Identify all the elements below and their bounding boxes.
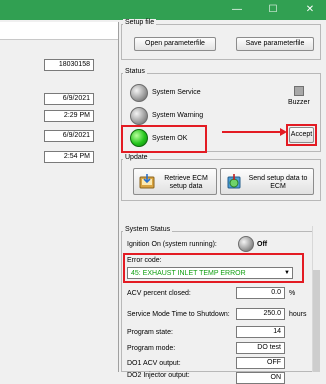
window-titlebar: — ☐ ✕ — [0, 0, 326, 20]
system-ok-highlight — [121, 125, 207, 153]
left-value-date-2: 6/9/2021 — [44, 130, 94, 142]
left-value-serial: 18030158 — [44, 59, 94, 71]
acv-percent-unit: % — [289, 290, 296, 297]
system-status-title: System Status — [123, 226, 173, 233]
do1-acv-value: OFF — [236, 357, 285, 369]
accept-button[interactable]: Accept — [289, 127, 314, 143]
minimize-button[interactable]: — — [225, 0, 249, 20]
service-mode-unit: hours — [289, 311, 307, 318]
program-mode-value: DO test — [236, 342, 285, 354]
service-mode-label: Service Mode Time to Shutdown: — [127, 311, 230, 318]
send-icon — [227, 174, 241, 189]
system-service-label: System Service — [152, 89, 201, 96]
error-code-label: Error code: — [127, 257, 162, 264]
setup-file-title: Setup file — [123, 19, 157, 26]
system-service-led — [130, 84, 148, 102]
arrow-annotation — [222, 128, 287, 136]
error-code-select[interactable]: 45: EXHAUST INLET TEMP ERROR ▼ — [127, 267, 293, 279]
chevron-down-icon[interactable]: ▼ — [283, 269, 291, 277]
do2-injector-label: DO2 Injector output: — [127, 372, 190, 379]
buzzer-indicator — [294, 86, 304, 96]
program-state-label: Program state: — [127, 329, 173, 336]
status-title: Status — [123, 68, 147, 75]
retrieve-ecm-label: Retrieve ECM setup data — [164, 175, 208, 190]
program-state-value: 14 — [236, 326, 285, 338]
acv-percent-value: 0.0 — [236, 287, 285, 299]
open-parameterfile-button[interactable]: Open parameterfile — [134, 37, 216, 51]
pane-divider — [118, 22, 119, 372]
ignition-led — [238, 236, 254, 252]
left-value-time-2: 2:54 PM — [44, 151, 94, 163]
service-mode-value: 250.0 — [236, 308, 285, 320]
ignition-state: Off — [257, 241, 268, 248]
error-code-value: 45: EXHAUST INLET TEMP ERROR — [131, 270, 246, 277]
send-setup-button[interactable]: Send setup data to ECM — [220, 168, 314, 195]
close-button[interactable]: ✕ — [298, 0, 322, 20]
save-parameterfile-button[interactable]: Save parameterfile — [236, 37, 314, 51]
buzzer-label: Buzzer — [288, 99, 310, 106]
retrieve-icon — [139, 174, 155, 189]
do1-acv-label: DO1 ACV output: — [127, 360, 181, 367]
acv-percent-label: ACV percent closed: — [127, 290, 191, 297]
scrollbar-thumb[interactable] — [313, 270, 320, 372]
left-pane — [0, 40, 118, 372]
update-title: Update — [123, 154, 150, 161]
program-mode-label: Program mode: — [127, 345, 176, 352]
system-warning-label: System Warning — [152, 112, 204, 119]
do2-injector-value: ON — [236, 372, 285, 384]
ignition-label: Ignition On (system running): — [127, 241, 217, 248]
left-value-date-1: 6/9/2021 — [44, 93, 94, 105]
retrieve-ecm-button[interactable]: Retrieve ECM setup data — [133, 168, 217, 195]
system-warning-led — [130, 107, 148, 125]
maximize-button[interactable]: ☐ — [261, 0, 285, 20]
send-setup-label: Send setup data to ECM — [248, 175, 308, 190]
left-pane-header — [0, 22, 118, 40]
left-value-time-1: 2:29 PM — [44, 110, 94, 122]
